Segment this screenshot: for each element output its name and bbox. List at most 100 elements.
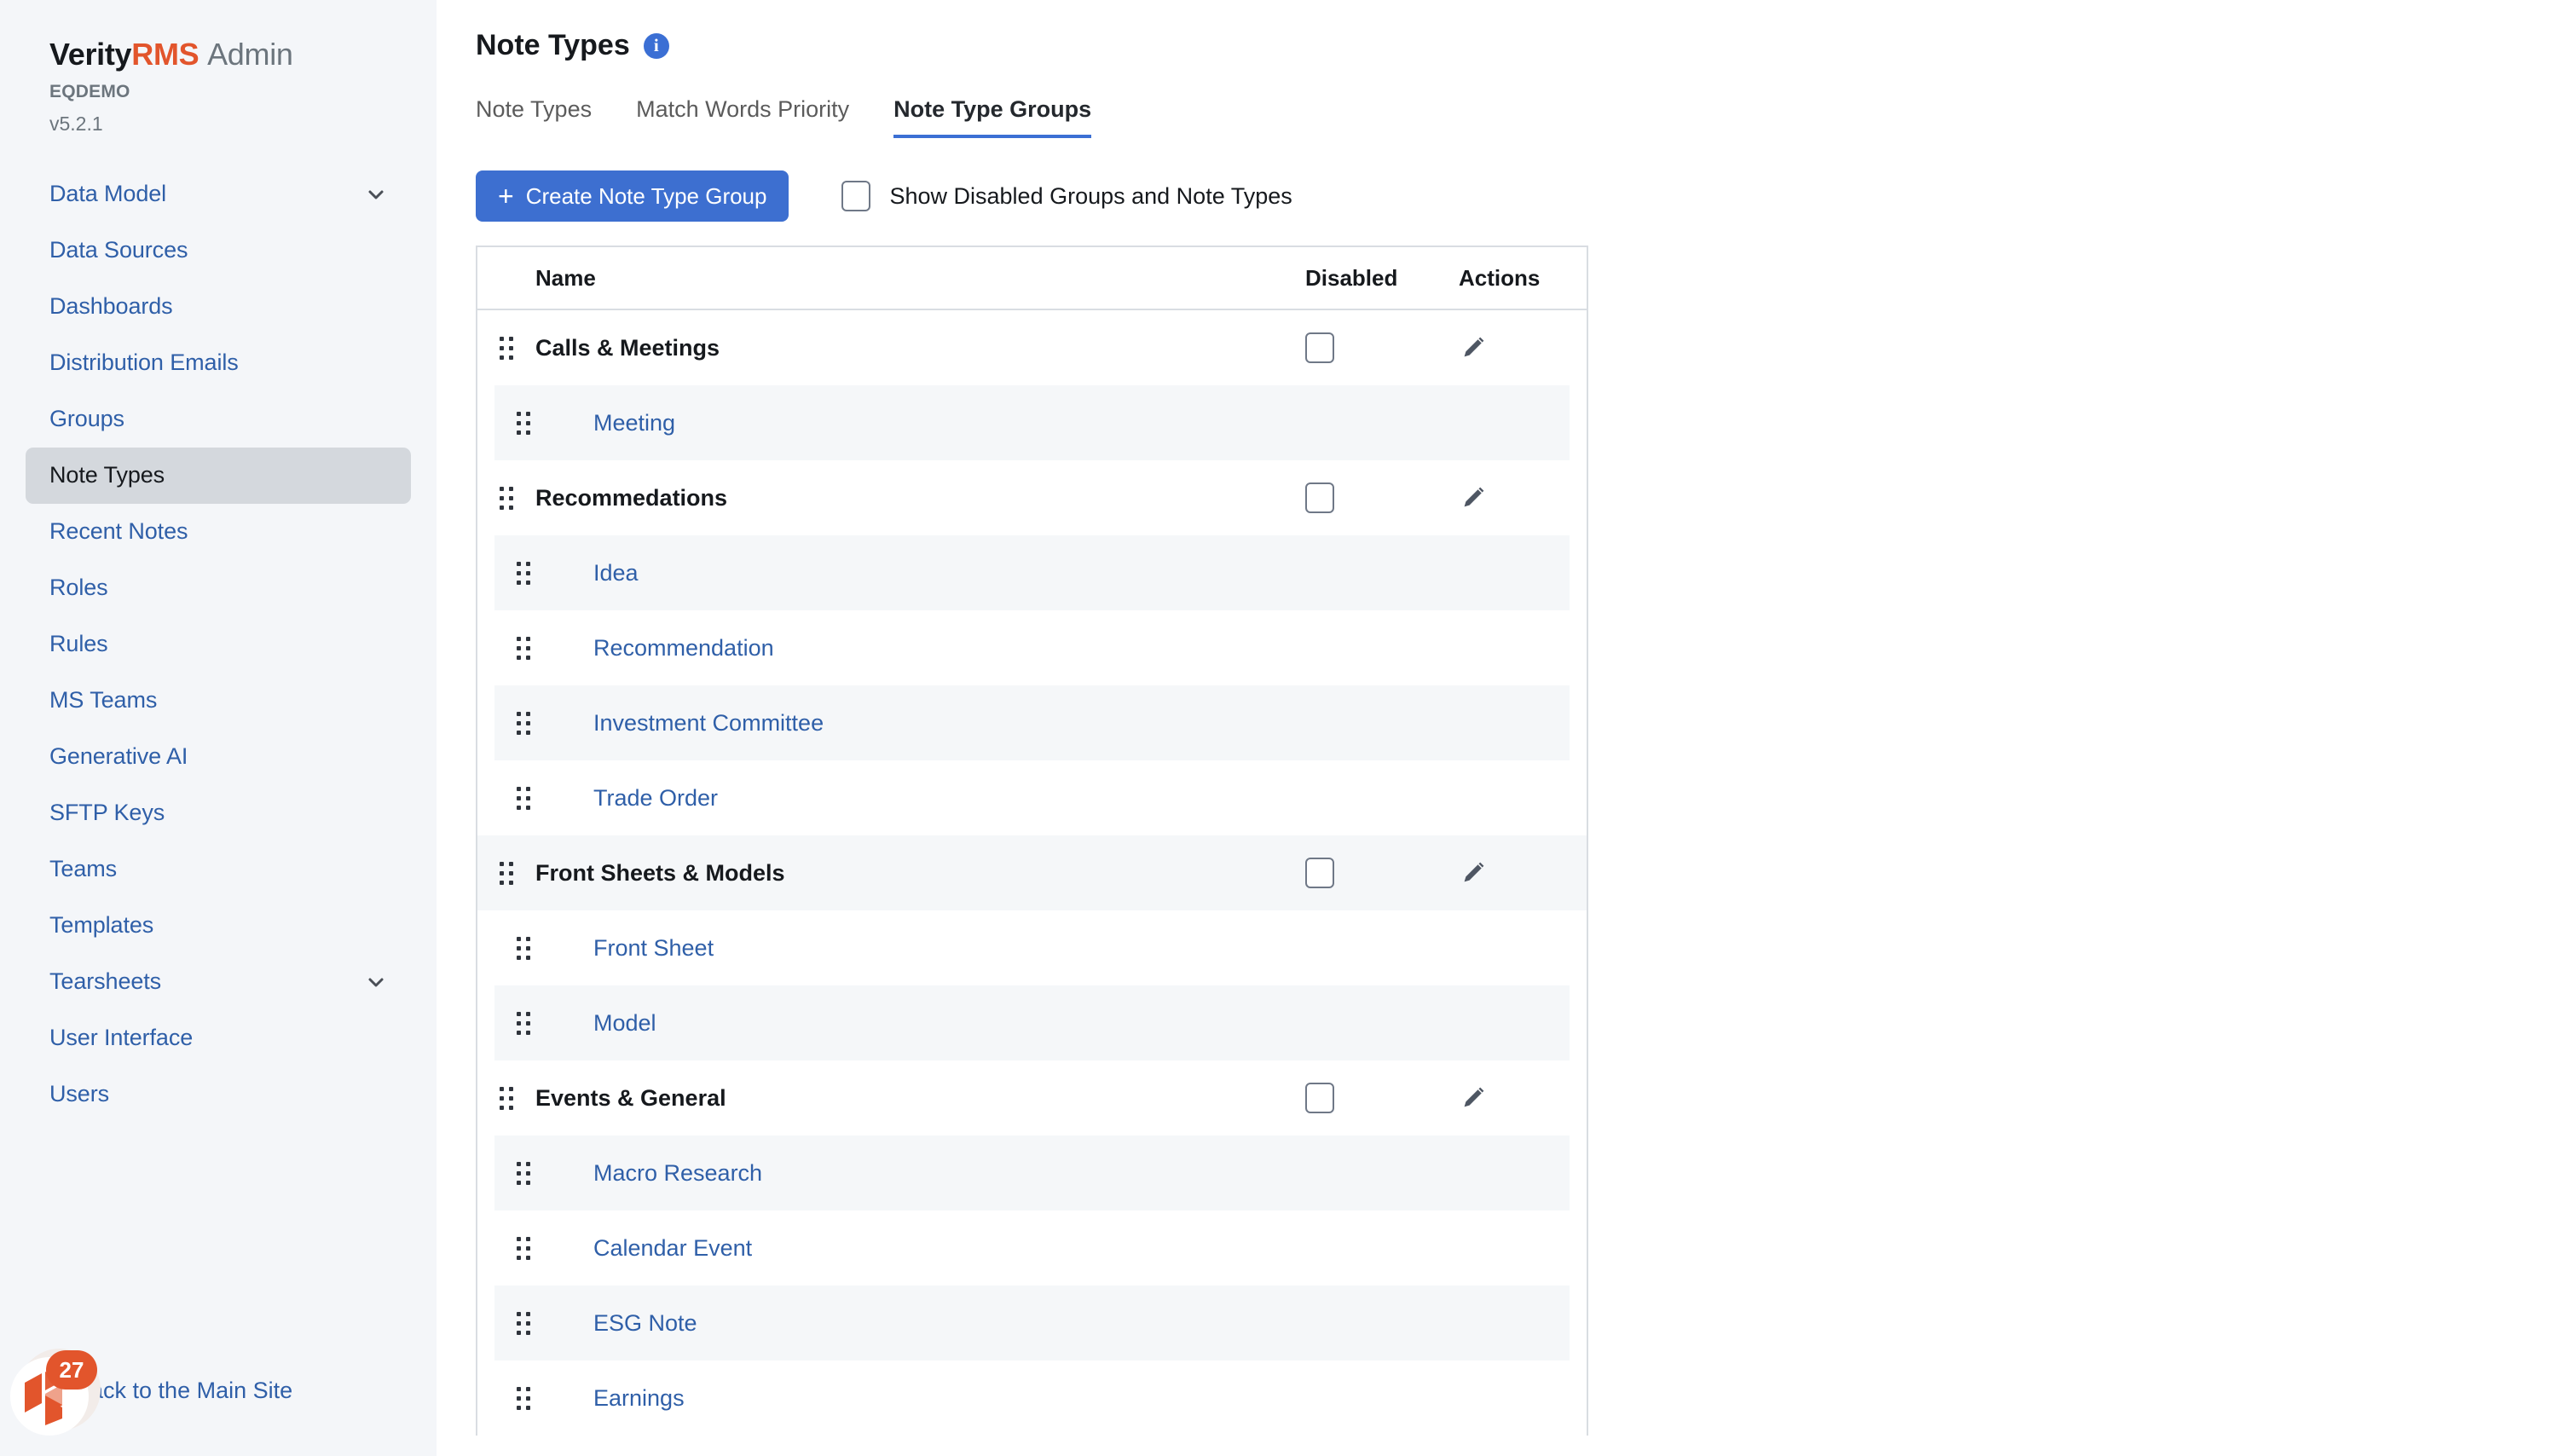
note-type-link[interactable]: Model: [552, 1010, 656, 1036]
plus-icon: +: [498, 181, 514, 211]
brand-title: VerityRMS Admin: [49, 38, 387, 72]
note-type-link[interactable]: Trade Order: [552, 785, 718, 811]
sidebar-item-generative-ai[interactable]: Generative AI: [26, 729, 411, 785]
table-row-note-type: Macro Research: [477, 1135, 1587, 1210]
sidebar-item-groups[interactable]: Groups: [26, 391, 411, 448]
sidebar-item-ms-teams[interactable]: MS Teams: [26, 673, 411, 729]
note-type-name-cell: ESG Note: [552, 1310, 1288, 1337]
sidebar-item-label: User Interface: [49, 1025, 194, 1051]
drag-handle-icon[interactable]: [494, 636, 552, 660]
tab-note-types[interactable]: Note Types: [476, 96, 592, 138]
sidebar-item-teams[interactable]: Teams: [26, 841, 411, 898]
drag-handle-icon[interactable]: [494, 1236, 552, 1260]
create-note-type-group-label: Create Note Type Group: [525, 182, 767, 209]
show-disabled-checkbox-wrap[interactable]: Show Disabled Groups and Note Types: [841, 181, 1292, 211]
sidebar-item-rules[interactable]: Rules: [26, 616, 411, 673]
sidebar-item-recent-notes[interactable]: Recent Notes: [26, 504, 411, 560]
brand-name-accent: RMS: [131, 37, 199, 72]
edit-icon[interactable]: [1459, 858, 1488, 887]
note-type-link[interactable]: Recommendation: [552, 635, 774, 661]
tab-bar: Note Types Match Words Priority Note Type …: [476, 96, 2573, 138]
disabled-checkbox[interactable]: [1305, 858, 1334, 888]
drag-handle-icon[interactable]: [494, 711, 552, 735]
sidebar-item-label: Groups: [49, 406, 124, 432]
tab-match-words-priority[interactable]: Match Words Priority: [636, 96, 849, 138]
brand-name-primary: Verity: [49, 37, 132, 72]
drag-handle-icon[interactable]: [494, 561, 552, 585]
note-type-link[interactable]: Earnings: [552, 1385, 685, 1411]
note-type-name-cell: Investment Committee: [552, 710, 1288, 737]
drag-handle-icon[interactable]: [477, 1086, 535, 1110]
disabled-checkbox[interactable]: [1305, 1083, 1334, 1113]
note-type-name-cell: Calendar Event: [552, 1235, 1288, 1262]
create-note-type-group-button[interactable]: + Create Note Type Group: [476, 170, 789, 222]
drag-handle-icon[interactable]: [477, 861, 535, 885]
note-type-link[interactable]: Meeting: [552, 410, 675, 436]
note-type-row-body: Investment Committee: [494, 685, 1570, 760]
note-type-name-cell: Recommendation: [552, 635, 1288, 662]
sidebar-item-label: Users: [49, 1081, 110, 1107]
edit-icon[interactable]: [1459, 1083, 1488, 1112]
note-type-link[interactable]: ESG Note: [552, 1310, 697, 1336]
sidebar-item-dashboards[interactable]: Dashboards: [26, 279, 411, 335]
edit-icon[interactable]: [1459, 333, 1488, 362]
sidebar-item-label: Note Types: [49, 462, 165, 488]
sidebar-item-data-model[interactable]: Data Model: [26, 166, 411, 222]
sidebar-item-label: Roles: [49, 575, 108, 601]
sidebar-item-distribution-emails[interactable]: Distribution Emails: [26, 335, 411, 391]
note-type-link[interactable]: Front Sheet: [552, 935, 714, 961]
sidebar-item-label: Dashboards: [49, 293, 173, 320]
drag-handle-icon[interactable]: [494, 1386, 552, 1410]
sidebar-item-data-sources[interactable]: Data Sources: [26, 222, 411, 279]
note-type-link[interactable]: Investment Committee: [552, 710, 824, 736]
table-body: Calls & Meetings Meeting Recommedations Ide…: [477, 310, 1587, 1436]
note-type-row-body: Model: [494, 985, 1570, 1060]
drag-handle-icon[interactable]: [494, 936, 552, 960]
sidebar-item-templates[interactable]: Templates: [26, 898, 411, 954]
chevron-down-icon[interactable]: [365, 971, 387, 993]
edit-icon[interactable]: [1459, 483, 1488, 512]
back-to-main-site-label: Back to the Main Site: [75, 1377, 293, 1403]
note-type-row-body: Earnings: [494, 1361, 1570, 1436]
drag-handle-icon[interactable]: [494, 1011, 552, 1035]
sidebar-item-roles[interactable]: Roles: [26, 560, 411, 616]
note-type-link[interactable]: Idea: [552, 560, 639, 586]
header-actions: Actions: [1459, 264, 1541, 291]
disabled-checkbox[interactable]: [1305, 332, 1334, 363]
note-type-name-cell: Model: [552, 1010, 1288, 1037]
show-disabled-checkbox[interactable]: [841, 181, 871, 211]
group-name-cell: Events & General: [535, 1085, 1305, 1112]
drag-handle-icon[interactable]: [494, 1311, 552, 1335]
table-row-group: Recommedations: [477, 460, 1587, 535]
drag-handle-icon[interactable]: [494, 411, 552, 435]
note-type-link[interactable]: Macro Research: [552, 1160, 762, 1186]
sidebar-item-label: Recent Notes: [49, 518, 188, 545]
info-icon[interactable]: i: [643, 32, 669, 59]
sidebar-item-note-types[interactable]: Note Types: [26, 447, 411, 504]
sidebar-item-sftp-keys[interactable]: SFTP Keys: [26, 785, 411, 841]
note-type-name-cell: Idea: [552, 560, 1288, 586]
note-type-link[interactable]: Calendar Event: [552, 1235, 752, 1261]
header-disabled: Disabled: [1305, 264, 1398, 291]
drag-handle-icon[interactable]: [477, 336, 535, 360]
table-row-note-type: Earnings: [477, 1361, 1587, 1436]
table-row-note-type: Idea: [477, 535, 1587, 610]
tab-note-type-groups[interactable]: Note Type Groups: [893, 96, 1092, 138]
sidebar-item-user-interface[interactable]: User Interface: [26, 1010, 411, 1066]
drag-handle-icon[interactable]: [477, 486, 535, 510]
support-widget-launcher[interactable]: 27: [7, 1343, 102, 1439]
sidebar-item-users[interactable]: Users: [26, 1066, 411, 1123]
drag-handle-icon[interactable]: [494, 1161, 552, 1185]
sidebar-item-tearsheets[interactable]: Tearsheets: [26, 954, 411, 1010]
group-name: Front Sheets & Models: [535, 859, 785, 886]
group-disabled-cell: [1305, 482, 1459, 513]
chevron-down-icon[interactable]: [365, 183, 387, 205]
note-type-row-body: Meeting: [494, 385, 1570, 460]
page-title: Note Types: [476, 29, 630, 61]
sidebar-item-label: Teams: [49, 856, 118, 882]
sidebar-item-label: MS Teams: [49, 687, 158, 714]
table-row-note-type: Front Sheet: [477, 910, 1587, 985]
group-actions-cell: [1459, 858, 1587, 887]
disabled-checkbox[interactable]: [1305, 482, 1334, 513]
drag-handle-icon[interactable]: [494, 786, 552, 810]
